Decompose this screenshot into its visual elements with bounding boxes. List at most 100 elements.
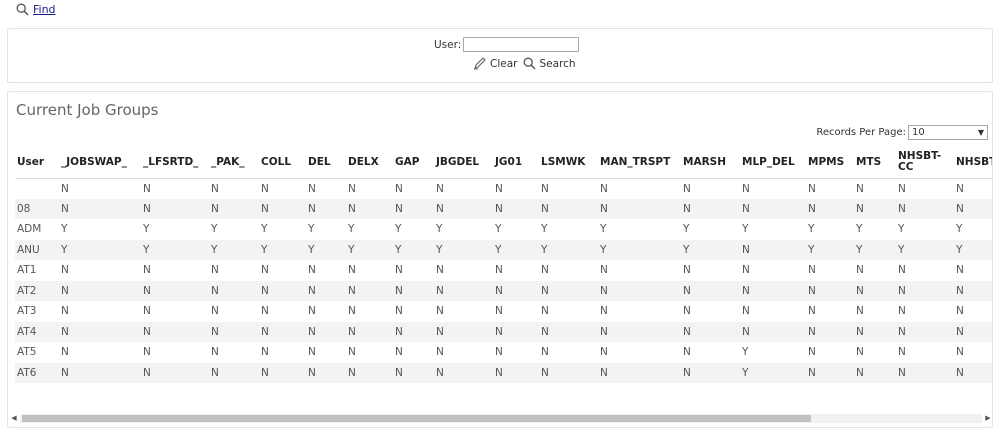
column-header[interactable]: MARSH xyxy=(681,147,740,179)
table-row[interactable]: AT3 N N N N N N N N N N N N N N N N N xyxy=(15,301,992,322)
flag-cell: N xyxy=(393,280,434,301)
table-row[interactable]: ADM Y Y Y Y Y Y Y Y Y Y Y Y Y Y Y Y Y xyxy=(15,219,992,240)
column-header[interactable]: MAN_TRSPT xyxy=(598,147,681,179)
flag-cell: Y xyxy=(740,362,806,383)
flag-cell: N xyxy=(806,321,854,342)
column-header[interactable]: JG01 xyxy=(493,147,539,179)
flag-cell: N xyxy=(261,305,269,318)
user-input[interactable] xyxy=(463,37,580,52)
flag-cell: N xyxy=(395,305,403,318)
user-cell: AT1 xyxy=(17,264,37,277)
flag-cell: Y xyxy=(395,223,402,236)
column-header[interactable]: COLL xyxy=(259,147,306,179)
column-header[interactable]: MLP_DEL xyxy=(740,147,806,179)
flag-cell: N xyxy=(683,182,691,195)
scroll-track[interactable] xyxy=(20,413,982,423)
column-header[interactable]: _LFSRTD_ xyxy=(141,147,209,179)
flag-cell: Y xyxy=(898,223,905,236)
flag-cell: N xyxy=(434,362,493,383)
clear-button[interactable]: Clear xyxy=(473,57,517,70)
table-row[interactable]: AT5 N N N N N N N N N N N N Y N N N N xyxy=(15,342,992,363)
scroll-thumb[interactable] xyxy=(22,414,811,422)
flag-cell: N xyxy=(209,362,259,383)
flag-cell: Y xyxy=(434,239,493,260)
column-header[interactable]: GAP xyxy=(393,147,434,179)
search-icon xyxy=(16,3,29,16)
flag-cell: Y xyxy=(141,239,209,260)
column-header[interactable]: DEL xyxy=(306,147,346,179)
flag-cell: N xyxy=(308,305,316,318)
flag-cell: N xyxy=(896,280,954,301)
flag-cell: Y xyxy=(539,239,598,260)
flag-cell: Y xyxy=(598,239,681,260)
flag-cell: N xyxy=(59,280,141,301)
flag-cell: N xyxy=(740,321,806,342)
flag-cell: N xyxy=(259,362,306,383)
table-row[interactable]: AT1 N N N N N N N N N N N N N N N N N xyxy=(15,260,992,281)
column-header[interactable]: LSMWK xyxy=(539,147,598,179)
flag-cell: Y xyxy=(954,239,992,260)
flag-cell: N xyxy=(854,321,896,342)
flag-cell: Y xyxy=(856,223,863,236)
flag-cell: N xyxy=(806,280,854,301)
column-header[interactable]: User xyxy=(15,147,59,179)
column-header[interactable]: JBGDEL xyxy=(434,147,493,179)
flag-cell: Y xyxy=(209,239,259,260)
column-header[interactable]: NHSBT-JAV xyxy=(954,147,992,179)
flag-cell: N xyxy=(539,280,598,301)
flag-cell: N xyxy=(898,346,906,359)
user-cell: AT5 xyxy=(17,346,37,359)
flag-cell: N xyxy=(740,239,806,260)
horizontal-scrollbar[interactable]: ◀ ▶ xyxy=(8,412,992,424)
flag-cell: N xyxy=(598,280,681,301)
flag-cell: Y xyxy=(306,239,346,260)
user-label: User: xyxy=(434,38,462,51)
records-per-page-select[interactable]: 10 ▼ xyxy=(908,125,988,140)
flag-cell: N xyxy=(59,362,141,383)
table-row[interactable]: NNNNNNNNNNNNNNNNN xyxy=(15,178,992,199)
column-header[interactable]: _JOBSWAP_ xyxy=(59,147,141,179)
column-header[interactable]: DELX xyxy=(346,147,393,179)
flag-cell: Y xyxy=(854,239,896,260)
table-row[interactable]: AT4 N N N N N N N N N N N N N N N N N xyxy=(15,321,992,342)
flag-cell: N xyxy=(308,182,316,195)
search-button[interactable]: Search xyxy=(523,57,576,70)
job-groups-table-wrap: User _JOBSWAP_ _LFSRTD_ _PAK_ COLL DEL DELX GAP… xyxy=(15,147,992,402)
flag-cell: N xyxy=(600,264,608,277)
flag-cell: N xyxy=(348,264,356,277)
table-row[interactable]: AT2 N N N N N N N N N N N N N N N N N xyxy=(15,280,992,301)
flag-cell: N xyxy=(956,346,964,359)
job-groups-table: User _JOBSWAP_ _LFSRTD_ _PAK_ COLL DEL DELX GAP… xyxy=(15,147,992,383)
flag-cell: N xyxy=(808,182,816,195)
flag-cell: N xyxy=(956,264,964,277)
find-label[interactable]: Find xyxy=(33,3,56,16)
flag-cell: Y xyxy=(211,223,218,236)
flag-cell: N xyxy=(346,280,393,301)
flag-cell: N xyxy=(393,321,434,342)
flag-cell: N xyxy=(143,182,151,195)
find-link[interactable]: Find xyxy=(16,3,56,16)
flag-cell: Y xyxy=(259,239,306,260)
scroll-right-icon[interactable]: ▶ xyxy=(982,412,992,424)
flag-cell: N xyxy=(541,264,549,277)
flag-cell: N xyxy=(541,305,549,318)
table-row[interactable]: AT6 N N N N N N N N N N N N Y N N N N xyxy=(15,362,992,383)
table-row[interactable]: 08 N N N N N N N N N N N N N N N N N xyxy=(15,198,992,219)
user-cell: AT6 xyxy=(15,362,59,383)
column-header[interactable]: MTS xyxy=(854,147,896,179)
flag-cell: Y xyxy=(956,223,963,236)
table-row[interactable]: ANU Y Y Y Y Y Y Y Y Y Y Y Y N Y Y Y Y xyxy=(15,239,992,260)
column-header[interactable]: NHSBT-CC xyxy=(896,147,954,179)
column-header[interactable]: MPMS xyxy=(806,147,854,179)
flag-cell: N xyxy=(493,362,539,383)
flag-cell: N xyxy=(261,182,269,195)
flag-cell: N xyxy=(261,264,269,277)
column-header[interactable]: _PAK_ xyxy=(209,147,259,179)
dropdown-arrow-icon: ▼ xyxy=(977,128,984,137)
records-per-page-label: Records Per Page: xyxy=(816,127,906,138)
flag-cell: N xyxy=(600,305,608,318)
flag-cell: N xyxy=(539,362,598,383)
flag-cell: Y xyxy=(896,239,954,260)
scroll-left-icon[interactable]: ◀ xyxy=(8,412,20,424)
flag-cell: N xyxy=(495,182,503,195)
